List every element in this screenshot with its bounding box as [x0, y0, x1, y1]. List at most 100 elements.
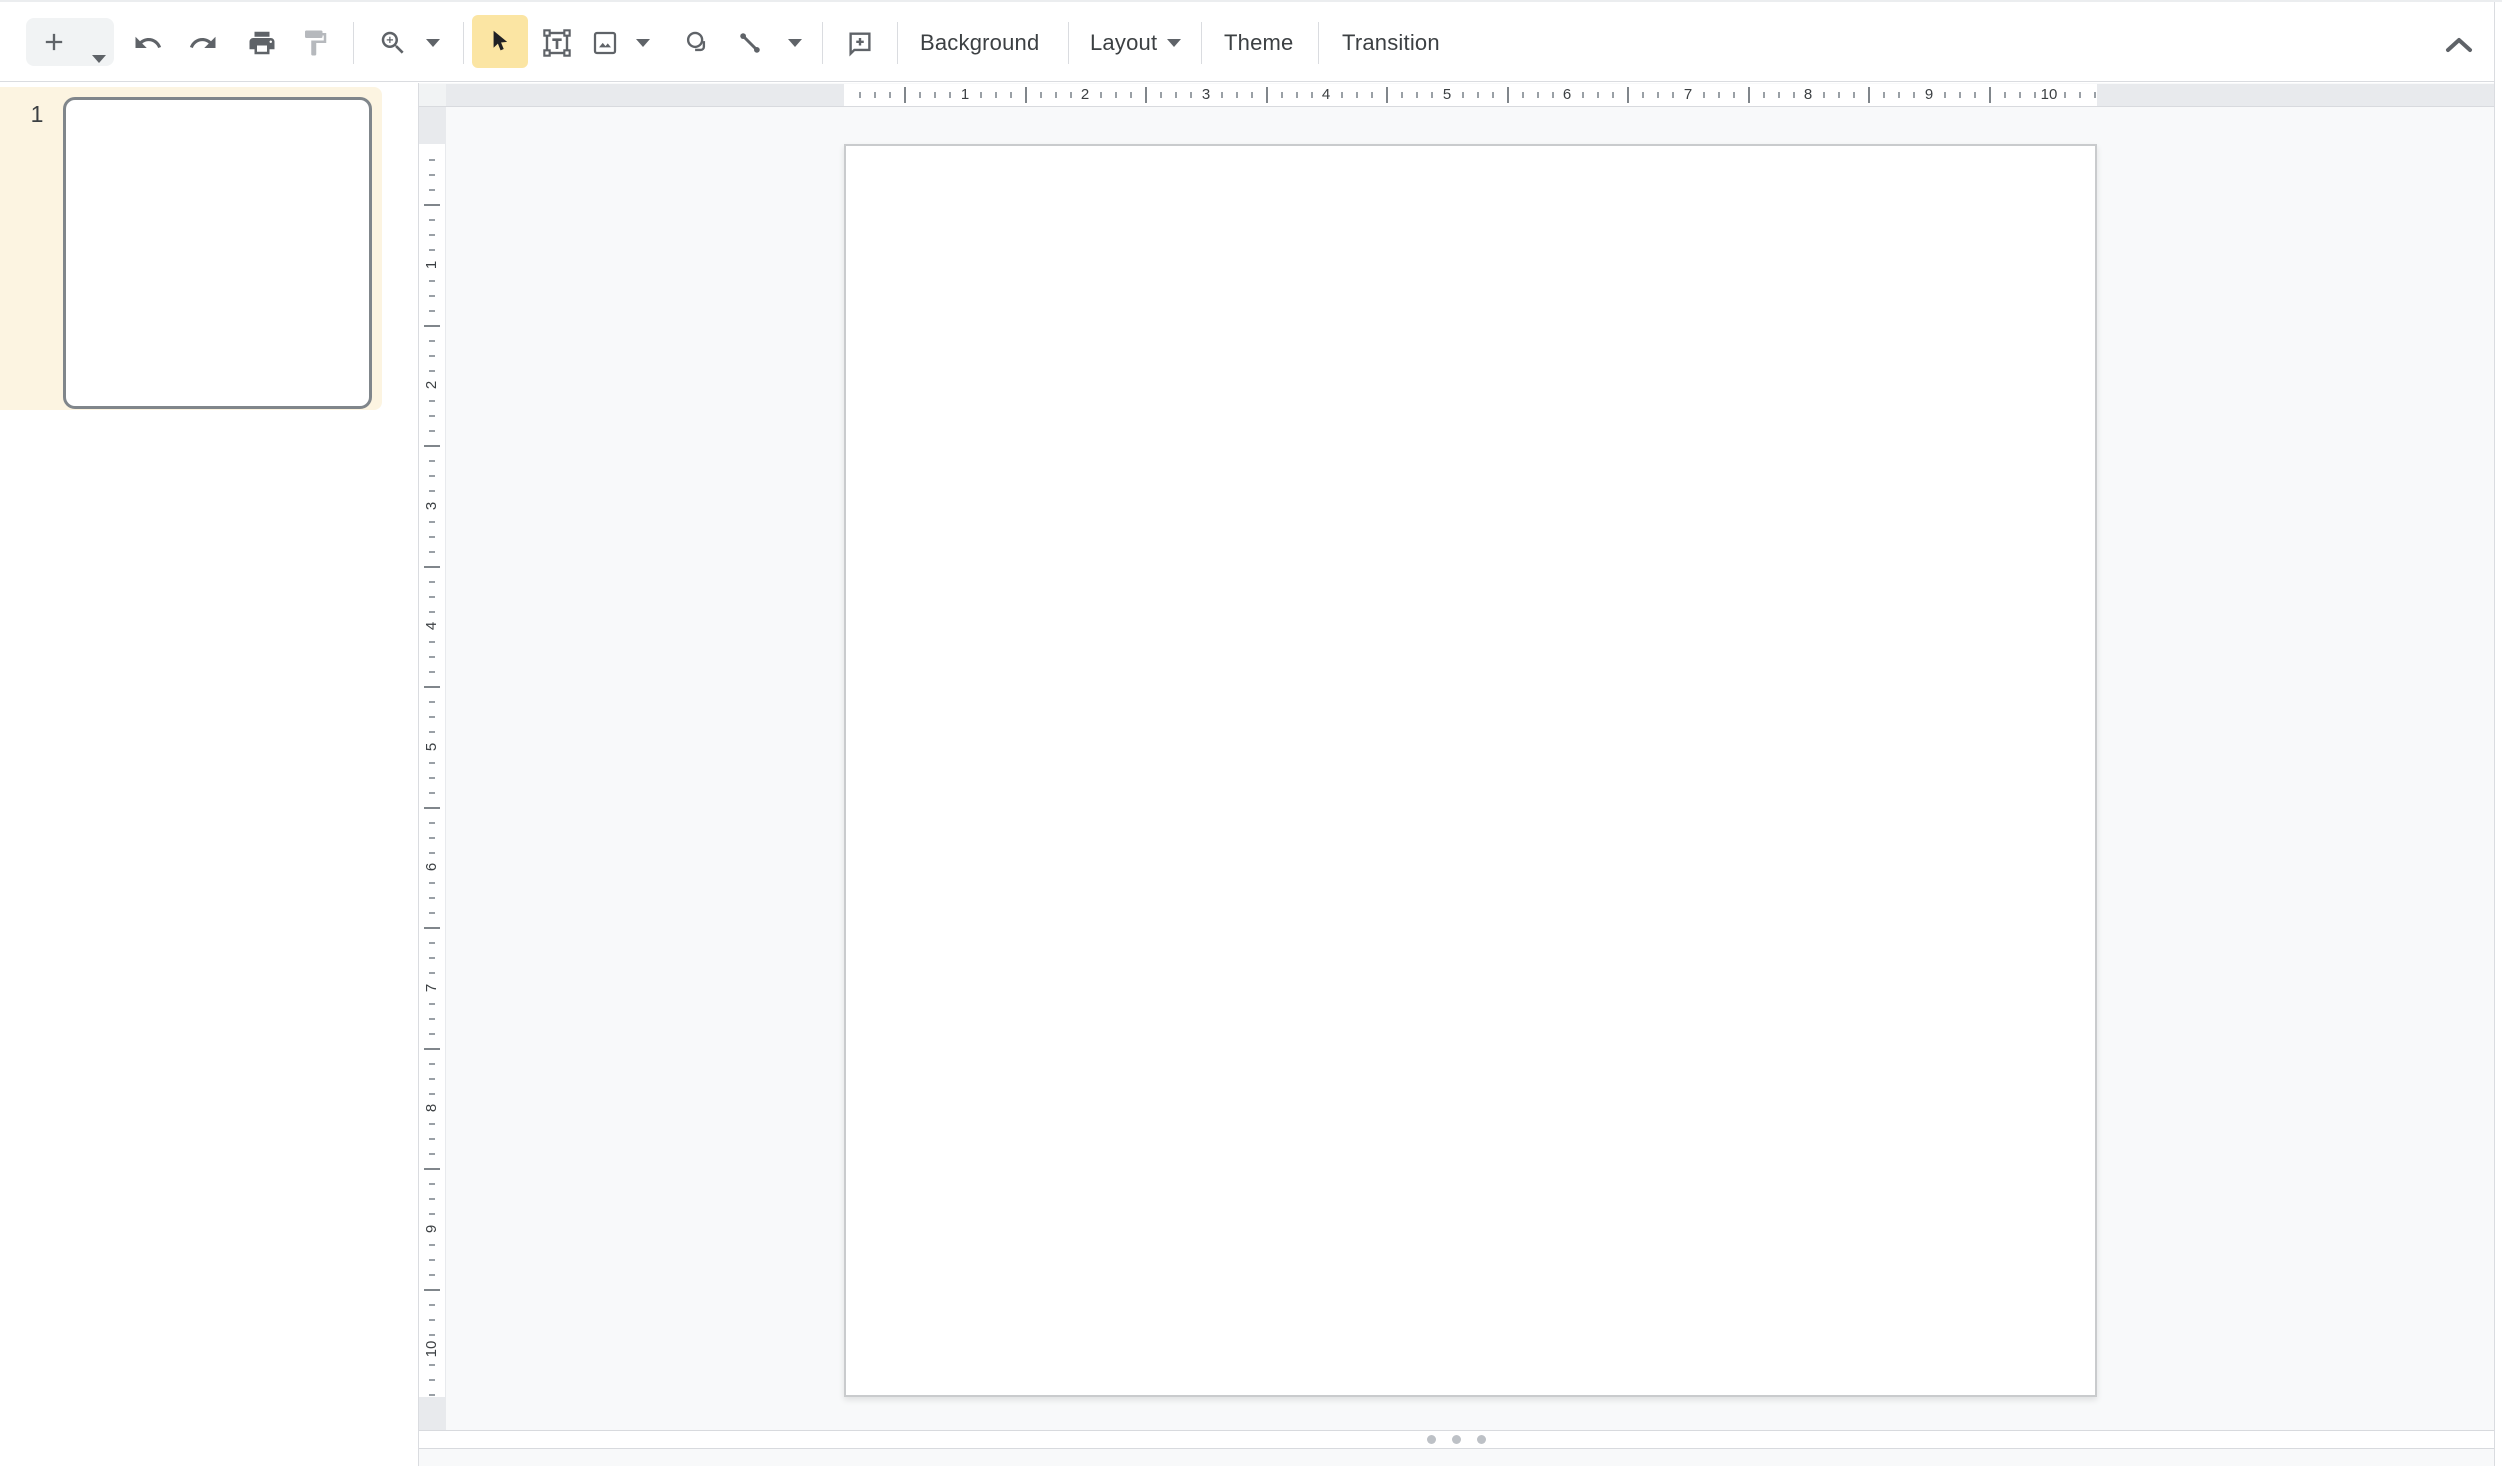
ruler-number: 4	[1322, 84, 1330, 106]
new-slide-button[interactable]	[26, 18, 114, 66]
zoom-button[interactable]	[369, 19, 417, 67]
toolbar-separator	[353, 22, 354, 64]
ruler-number: 5	[1443, 84, 1451, 106]
ruler-tick	[1236, 92, 1238, 98]
ruler-tick	[429, 656, 435, 658]
ruler-tick	[2019, 92, 2021, 98]
ruler-tick	[1642, 92, 1644, 98]
transition-button[interactable]: Transition	[1342, 2, 1440, 84]
ruler-tick	[1612, 92, 1614, 98]
ruler-tick	[429, 1319, 435, 1321]
new-slide-dropdown-icon[interactable]	[92, 55, 106, 63]
ruler-tick	[1281, 92, 1283, 98]
ruler-tick	[429, 536, 435, 538]
ruler-tick	[874, 92, 876, 98]
ruler-tick	[429, 1364, 435, 1366]
select-tool-button[interactable]	[472, 15, 528, 68]
ruler-tick	[1296, 92, 1298, 98]
ruler-tick	[1115, 92, 1117, 98]
ruler-tick	[2064, 92, 2066, 98]
image-dropdown-icon[interactable]	[636, 39, 650, 47]
layout-button-label: Layout	[1090, 30, 1157, 56]
theme-button[interactable]: Theme	[1224, 2, 1293, 84]
ruler-tick	[429, 1078, 435, 1080]
ruler-tick	[1763, 92, 1765, 98]
presentation-editor: Background Layout Theme Transition 1	[0, 0, 2502, 1466]
ruler-tick	[859, 92, 861, 98]
ruler-tick	[1959, 92, 1961, 98]
ruler-tick	[2034, 92, 2036, 98]
ruler-tick	[1793, 92, 1795, 98]
ruler-number: 2	[424, 372, 440, 398]
line-dropdown-icon[interactable]	[788, 39, 802, 47]
redo-button[interactable]	[179, 19, 227, 67]
ruler-number: 9	[1925, 84, 1933, 106]
insert-shape-button[interactable]	[673, 19, 721, 67]
ruler-tick	[2004, 92, 2006, 98]
ruler-tick	[949, 92, 951, 98]
ruler-tick	[1070, 92, 1072, 98]
ruler-tick	[429, 822, 435, 824]
ruler-number: 6	[424, 854, 440, 880]
horizontal-ruler-slide-zone: 12345678910	[844, 84, 2097, 106]
right-gutter	[2495, 2, 2502, 1466]
ruler-tick	[429, 1304, 435, 1306]
drag-handle-dot	[1452, 1435, 1461, 1444]
ruler-tick	[429, 777, 435, 779]
ruler-tick	[1160, 92, 1162, 98]
ruler-corner	[419, 84, 446, 107]
zoom-dropdown-icon[interactable]	[426, 39, 440, 47]
drag-handle-dot	[1427, 1435, 1436, 1444]
vertical-ruler-slide-zone: 12345678910	[419, 144, 445, 1397]
ruler-tick	[1401, 92, 1403, 98]
ruler-tick	[1823, 92, 1825, 98]
ruler-tick	[429, 551, 435, 553]
ruler-tick	[1190, 92, 1192, 98]
ruler-tick	[1371, 92, 1373, 98]
ruler-tick	[429, 174, 435, 176]
ruler-tick	[424, 566, 440, 568]
horizontal-ruler: 12345678910	[446, 84, 2494, 107]
ruler-tick	[1703, 92, 1705, 98]
ruler-tick	[1672, 92, 1674, 98]
ruler-number: 10	[424, 1336, 440, 1362]
ruler-tick	[429, 1198, 435, 1200]
background-button[interactable]: Background	[920, 2, 1039, 84]
paint-format-button[interactable]	[291, 19, 339, 67]
ruler-tick	[429, 1394, 435, 1396]
ruler-tick	[1838, 92, 1840, 98]
ruler-tick	[1145, 87, 1147, 103]
ruler-tick	[424, 445, 440, 447]
hide-menus-button[interactable]	[2437, 27, 2481, 63]
ruler-number: 1	[961, 84, 969, 106]
ruler-tick	[429, 1123, 435, 1125]
ruler-tick	[429, 475, 435, 477]
ruler-tick	[424, 927, 440, 929]
drag-handle-dot	[1477, 1435, 1486, 1444]
print-button[interactable]	[238, 19, 286, 67]
ruler-tick	[429, 1274, 435, 1276]
add-comment-button[interactable]	[836, 19, 884, 67]
filmstrip-slide-row[interactable]: 1	[0, 87, 382, 410]
ruler-tick	[1010, 92, 1012, 98]
ruler-number: 7	[1684, 84, 1692, 106]
ruler-tick	[1462, 92, 1464, 98]
vertical-ruler: 12345678910	[419, 107, 446, 1430]
ruler-tick	[1657, 92, 1659, 98]
ruler-tick	[424, 204, 440, 206]
ruler-tick	[429, 942, 435, 944]
ruler-tick	[429, 1063, 435, 1065]
insert-image-button[interactable]	[581, 19, 629, 67]
text-box-button[interactable]	[533, 19, 581, 67]
speaker-notes-resize-handle[interactable]	[419, 1430, 2494, 1449]
ruler-number: 4	[424, 613, 440, 639]
layout-button[interactable]: Layout	[1090, 2, 1181, 84]
undo-button[interactable]	[124, 19, 172, 67]
ruler-tick	[429, 249, 435, 251]
insert-line-button[interactable]	[726, 19, 774, 67]
ruler-tick	[1477, 92, 1479, 98]
slide-thumbnail[interactable]	[63, 97, 372, 409]
ruler-number: 1	[424, 252, 440, 278]
ruler-tick	[429, 792, 435, 794]
slide-canvas[interactable]	[844, 144, 2097, 1397]
